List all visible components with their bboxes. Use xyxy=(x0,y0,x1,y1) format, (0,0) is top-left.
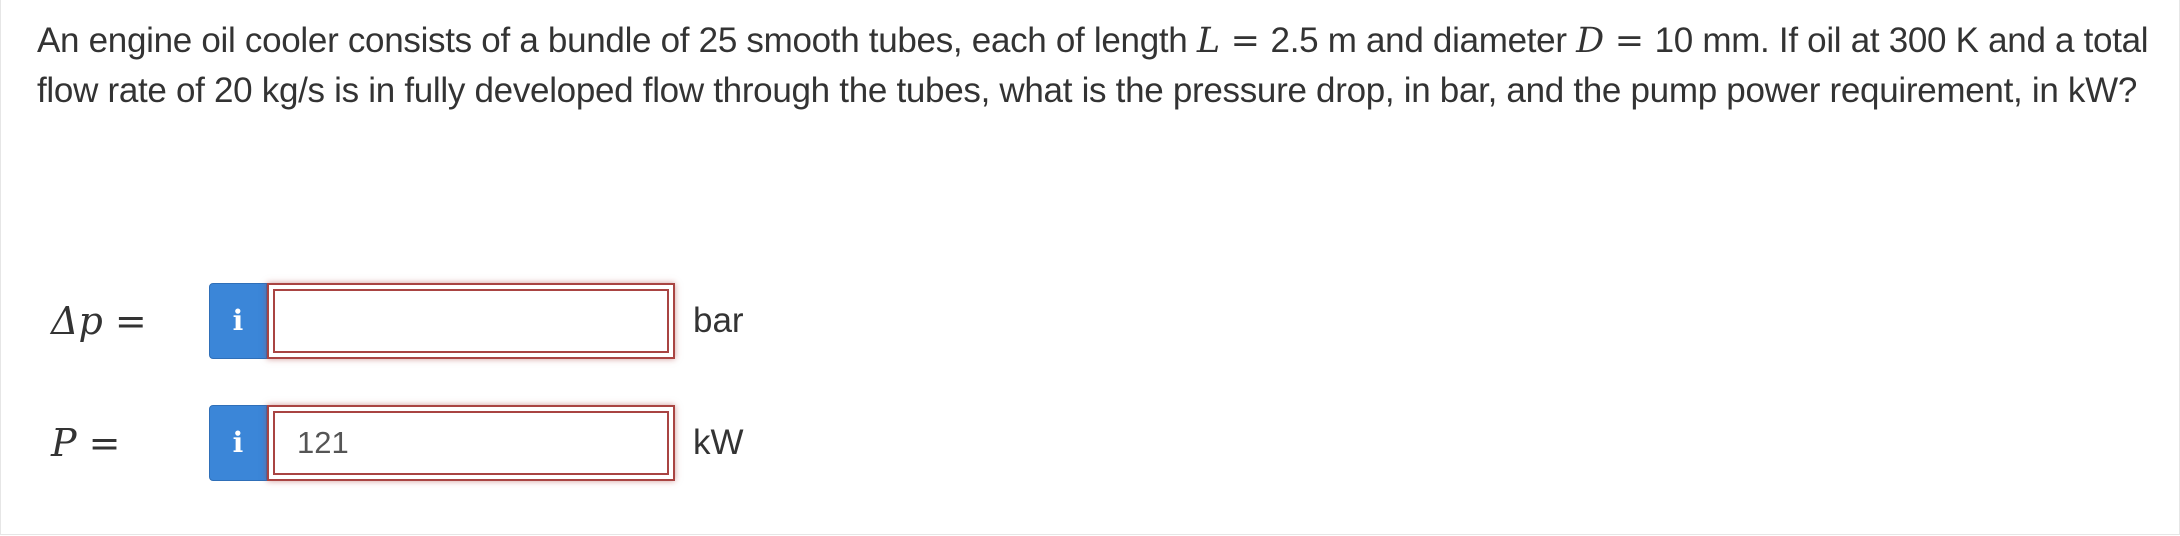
answer-row-pump-power: P = i kW xyxy=(1,405,2179,481)
pump-power-input[interactable] xyxy=(273,411,669,475)
pump-power-symbol: P xyxy=(51,421,77,465)
question-text: An engine oil cooler consists of a bundl… xyxy=(37,16,2157,116)
pressure-drop-input-wrapper xyxy=(267,283,675,359)
pump-power-input-wrapper xyxy=(267,405,675,481)
question-part-2: 2.5 m and diameter xyxy=(1270,21,1577,60)
info-icon: i xyxy=(232,426,244,459)
equals-sign: = xyxy=(1603,21,1655,61)
equals-sign: = xyxy=(76,421,121,465)
answer-row-pressure-drop: Δp = i bar xyxy=(1,283,2179,359)
info-icon: i xyxy=(232,304,244,337)
pressure-drop-symbol: Δp xyxy=(51,299,103,343)
pressure-drop-input[interactable] xyxy=(273,289,669,353)
pressure-drop-unit: bar xyxy=(693,301,744,340)
variable-diameter: D xyxy=(1576,21,1604,61)
equals-sign: = xyxy=(1219,21,1271,61)
pump-power-unit: kW xyxy=(693,423,744,462)
pump-power-info-button[interactable]: i xyxy=(209,405,267,481)
variable-length: L xyxy=(1196,21,1220,61)
pressure-drop-label: Δp = xyxy=(51,297,147,345)
pump-power-label: P = xyxy=(51,419,121,467)
pressure-drop-info-button[interactable]: i xyxy=(209,283,267,359)
equals-sign: = xyxy=(102,299,147,343)
question-panel: An engine oil cooler consists of a bundl… xyxy=(0,0,2180,535)
question-part-1: An engine oil cooler consists of a bundl… xyxy=(37,21,1197,60)
